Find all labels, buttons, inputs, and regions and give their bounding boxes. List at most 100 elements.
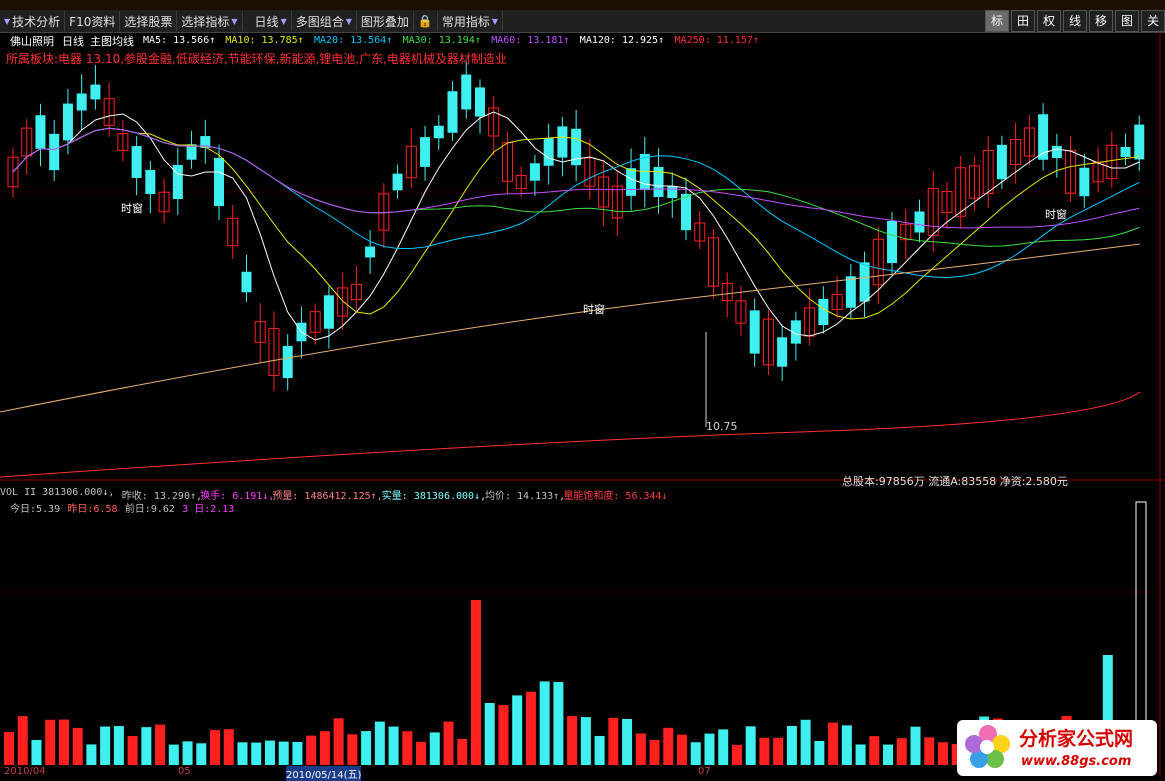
candle-body [667,185,678,199]
volume-bar [869,736,880,765]
grid-button[interactable]: 田 [1011,10,1035,32]
tech-analysis-tab[interactable]: ▼ 技术分析 [0,11,66,31]
volume-bar [635,733,646,765]
volume-bar [306,735,317,765]
period-label: 日线 [62,35,84,48]
low-price-label: 10.75 [706,420,738,433]
volume-bar [388,726,399,765]
candle-body [1051,145,1062,159]
date-label: 07 [698,766,711,777]
candle-body [543,138,554,166]
flower-logo-icon [965,725,1010,768]
volume-bar [278,741,289,765]
volume-bar [841,725,852,765]
candle-body [845,276,856,308]
volume-bar [223,729,234,765]
volume-bar [4,732,14,765]
common-indicator-button[interactable]: 常用指标 ▼ [438,11,504,31]
volume-bar [828,722,839,765]
select-stock-button[interactable]: 选择股票 [120,11,178,31]
candle-body [529,163,540,181]
watermark-logo: 分析家公式网 www.88gs.com [957,720,1157,776]
ma-legend-item: MA30: 13.194↑ [402,35,481,46]
ma-legend-item: MA250: 11.157↑ [674,35,759,46]
volume-bar [113,726,124,765]
candle-body [49,133,60,171]
volume-bar [896,738,907,765]
volume-bar [924,737,935,765]
volume-bar [773,737,784,765]
volume-bar [374,721,385,765]
volume-bar [512,695,523,765]
candle-body [447,91,458,133]
watermark-url: www.88gs.com [1021,754,1132,769]
volume-bar [292,741,303,765]
volume-bar [594,735,605,765]
volume-bar [141,727,152,765]
select-indicator-button[interactable]: 选择指标 ▼ [177,11,243,31]
period-button[interactable]: 日线 ▼ [243,11,292,31]
candle-body [626,168,637,196]
volume-bar [182,741,193,765]
rights-button[interactable]: 权 [1037,10,1061,32]
move-button[interactable]: 移 [1089,10,1113,32]
volume-bar [443,721,454,765]
dropdown-icon: ▼ [231,16,238,26]
turnover-legend-item: 昨日:6.58 [67,504,118,515]
lock-icon[interactable]: 🔒 [414,11,438,31]
candle-body [62,103,73,141]
volume-bar [251,742,262,765]
volume-bar [45,719,56,765]
vol-legend-item: 均价: 14.133↑, [485,491,566,502]
volume-bar [127,736,138,765]
candle-body [914,211,925,233]
volume-bar [155,724,166,765]
mark-button[interactable]: 标 [985,10,1009,32]
volume-bar [814,740,825,765]
ma120-line [0,243,1141,413]
multi-chart-button[interactable]: 多图组合 ▼ [292,11,357,31]
volume-bar [580,717,591,765]
date-label: 05 [178,766,191,777]
volume-bar [168,744,179,765]
turnover-legend-item: 今日:5.39 [10,504,61,515]
volume-bar [663,727,674,765]
overlay-button[interactable]: 图形叠加 [357,11,414,31]
ma-legend-item: MA120: 12.925↑ [579,35,665,46]
volume-bar [608,717,619,765]
volume-bar [786,725,797,765]
volume-bar [745,726,756,765]
f10-button[interactable]: F10资料 [65,11,121,31]
volume-bar [498,704,509,765]
candle-body [433,125,444,139]
candle-body [365,246,376,258]
picture-button[interactable]: 图 [1115,10,1139,32]
top-menu-strip [0,0,1165,10]
close-button[interactable]: 关 [1141,10,1165,32]
volume-bar [264,740,275,765]
date-axis: 2010/04 05 2010/05/14(五) 07 [0,766,960,781]
candle-body [90,84,101,100]
capital-info: 总股本:97856万 流通A:83558 净资:2.580元 [842,475,1068,488]
volume-bar [910,726,921,765]
volume-bar [883,744,894,765]
candle-body [35,115,46,149]
line-button[interactable]: 线 [1063,10,1087,32]
stock-name: 佛山照明 [10,35,54,48]
volume-bar [237,742,248,765]
volume-bar [72,727,83,765]
candle-body [777,337,788,367]
ma-legend-item: MA10: 13.785↑ [225,35,304,46]
sector-text: 所属板块:电器 13.10,参股金融,低碳经济,节能环保,新能源,锂电池,广东,… [6,52,507,66]
main-indicator-label[interactable]: 主图均线 [90,33,134,49]
volume-bar [416,741,427,765]
candle-body [323,295,334,329]
volume-bar [800,719,811,765]
ma-legend-item: MA20: 13.564↑ [314,35,393,46]
candle-body [392,173,403,191]
candle-body [145,169,156,195]
candle-body [557,126,568,158]
kline-chart[interactable] [0,32,1165,777]
ma-legend-item: MA5: 13.566↑ [143,35,216,46]
volume-bar [17,716,28,765]
